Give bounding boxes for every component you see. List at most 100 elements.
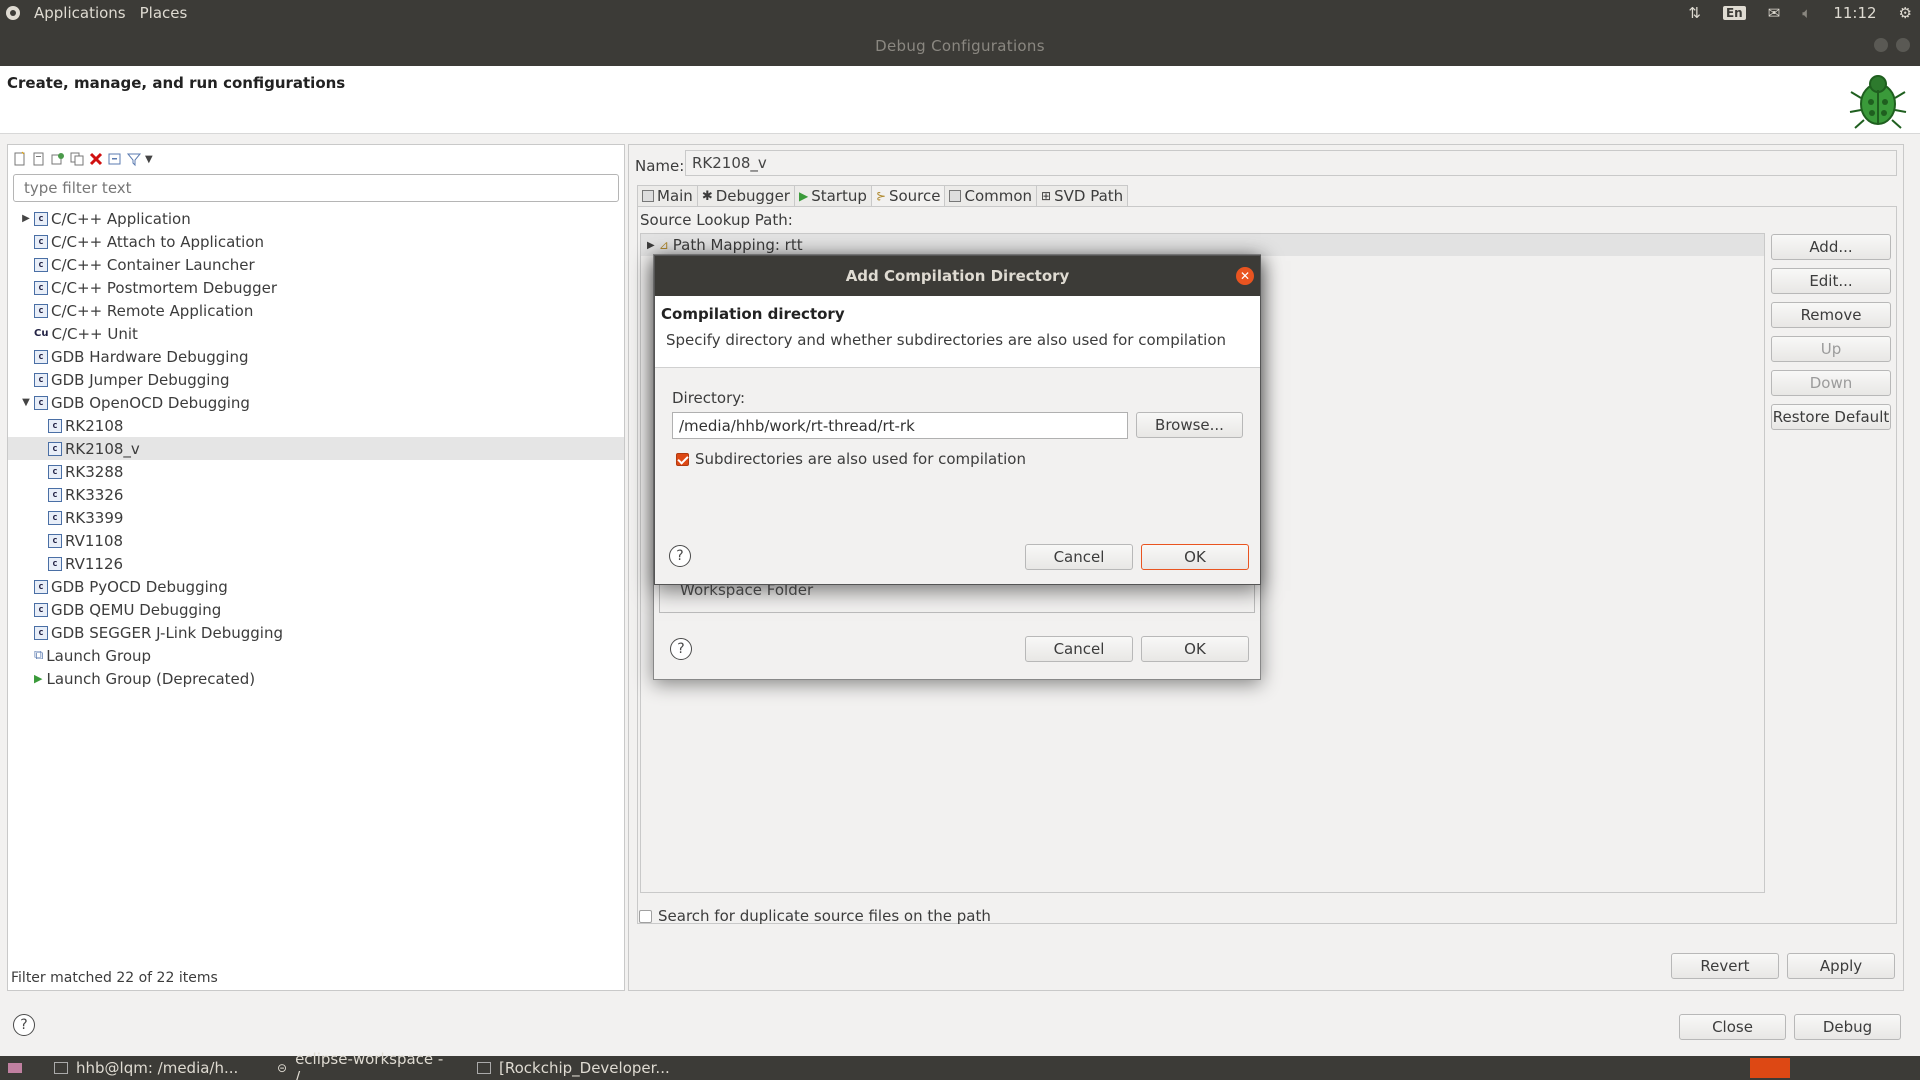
dialog-header: Compilation directory Specify directory … (655, 296, 1260, 368)
up-button[interactable]: Up (1771, 336, 1891, 362)
c-config-icon: c (34, 625, 48, 640)
chevron-down-icon[interactable]: ▼ (20, 397, 32, 409)
c-config-icon: c (34, 349, 48, 364)
new-prototype-icon[interactable] (31, 151, 47, 167)
tree-item-label: RV1108 (65, 531, 124, 550)
tab-debugger[interactable]: ✱ Debugger (696, 185, 795, 206)
tree-item[interactable]: c C/C++ Container Launcher (8, 253, 624, 276)
taskbar-item-document[interactable]: [Rockchip_Developer... (467, 1059, 687, 1077)
maximize-icon[interactable] (1874, 38, 1888, 52)
browse-button[interactable]: Browse... (1136, 412, 1243, 438)
applications-menu[interactable]: Applications (34, 4, 126, 22)
collapse-all-icon[interactable] (107, 151, 123, 167)
taskbar-label: eclipse-workspace - /... (295, 1050, 444, 1080)
tree-item[interactable]: c GDB SEGGER J-Link Debugging (8, 621, 624, 644)
common-tab-icon (949, 190, 962, 202)
taskbar: hhb@lqm: /media/h... ⊝ eclipse-workspace … (0, 1050, 1920, 1080)
play-icon: ▶ (34, 672, 43, 685)
taskbar-label: hhb@lqm: /media/h... (76, 1059, 239, 1077)
tree-item[interactable]: c RK3326 (8, 483, 624, 506)
tree-item[interactable]: Cu C/C++ Unit (8, 322, 624, 345)
workspace-switcher[interactable] (1750, 1058, 1790, 1078)
tree-item[interactable]: ⧉ Launch Group (8, 644, 624, 667)
close-icon[interactable]: ✕ (1236, 267, 1254, 285)
export-icon[interactable] (50, 151, 66, 167)
delete-icon[interactable] (88, 151, 104, 167)
tab-svd-path[interactable]: ⊞ SVD Path (1036, 185, 1129, 206)
debug-button[interactable]: Debug (1794, 1014, 1901, 1040)
subdirectories-checkbox[interactable] (676, 452, 689, 466)
subdirectories-option[interactable]: Subdirectories are also used for compila… (676, 450, 1026, 468)
c-config-icon: c (34, 395, 48, 410)
workspace-folder-item[interactable]: Workspace Folder (659, 581, 1255, 613)
tree-item[interactable]: c GDB Jumper Debugging (8, 368, 624, 391)
tree-item[interactable]: c GDB PyOCD Debugging (8, 575, 624, 598)
cancel-button[interactable]: Cancel (1025, 636, 1133, 662)
taskbar-item-eclipse[interactable]: ⊝ eclipse-workspace - /... (267, 1050, 467, 1080)
tab-main[interactable]: Main (637, 185, 698, 206)
gear-icon[interactable]: ⚙ (1899, 4, 1912, 22)
view-menu-chevron-down-icon[interactable]: ▼ (145, 154, 153, 165)
list-item[interactable]: ▶ ⊿ Path Mapping: rtt (641, 234, 1764, 256)
cancel-button[interactable]: Cancel (1025, 544, 1133, 570)
name-field[interactable] (685, 150, 1897, 176)
close-button[interactable]: Close (1679, 1014, 1786, 1040)
places-menu[interactable]: Places (140, 4, 188, 22)
help-icon[interactable]: ? (670, 638, 692, 660)
duplicate-search-option[interactable]: Search for duplicate source files on the… (639, 907, 991, 925)
tree-item[interactable]: ▶ c C/C++ Application (8, 207, 624, 230)
tab-source[interactable]: ⊱ Source (870, 185, 946, 206)
duplicate-search-checkbox[interactable] (639, 909, 652, 923)
edit-button[interactable]: Edit... (1771, 268, 1891, 294)
tree-item[interactable]: ▶ Launch Group (Deprecated) (8, 667, 624, 690)
tree-item[interactable]: c RK2108_v (8, 437, 624, 460)
tree-item[interactable]: c RV1108 (8, 529, 624, 552)
sound-muted-icon[interactable]: 🔈︎ (1802, 4, 1811, 22)
revert-button[interactable]: Revert (1671, 953, 1779, 979)
source-side-buttons: Add... Edit... Remove Up Down Restore De… (1771, 234, 1891, 430)
add-button[interactable]: Add... (1771, 234, 1891, 260)
chevron-right-icon[interactable]: ▶ (20, 213, 32, 225)
tree-item[interactable]: c RK3399 (8, 506, 624, 529)
window-title: Debug Configurations (875, 37, 1045, 55)
chevron-right-icon[interactable]: ▶ (647, 240, 655, 251)
help-icon[interactable]: ? (13, 1014, 35, 1036)
duplicate-icon[interactable] (69, 151, 85, 167)
tree-item[interactable]: c RK3288 (8, 460, 624, 483)
help-icon[interactable]: ? (669, 545, 691, 567)
taskbar-item-terminal[interactable]: hhb@lqm: /media/h... (22, 1059, 267, 1077)
filter-icon[interactable] (126, 151, 142, 167)
directory-field[interactable] (672, 412, 1128, 439)
tab-startup[interactable]: ▶ Startup (793, 185, 872, 206)
remove-button[interactable]: Remove (1771, 302, 1891, 328)
tab-common[interactable]: Common (944, 185, 1038, 206)
tree-item[interactable]: c RV1126 (8, 552, 624, 575)
apply-button[interactable]: Apply (1787, 953, 1895, 979)
window-controls (1874, 38, 1910, 52)
show-desktop-icon[interactable] (8, 1063, 22, 1073)
tree-item[interactable]: c C/C++ Postmortem Debugger (8, 276, 624, 299)
tree-item[interactable]: c GDB QEMU Debugging (8, 598, 624, 621)
keyboard-layout-indicator[interactable]: En (1722, 6, 1746, 20)
mail-icon[interactable]: ✉ (1768, 4, 1781, 22)
tree-item[interactable]: c C/C++ Remote Application (8, 299, 624, 322)
filter-input[interactable] (13, 174, 619, 202)
tree-item[interactable]: c GDB Hardware Debugging (8, 345, 624, 368)
ok-button[interactable]: OK (1141, 636, 1249, 662)
tree-item[interactable]: ▼ c GDB OpenOCD Debugging (8, 391, 624, 414)
new-config-icon[interactable] (12, 151, 28, 167)
tree-item[interactable]: c RK2108 (8, 414, 624, 437)
dialog-title: Add Compilation Directory (845, 267, 1070, 285)
tree-item[interactable]: c C/C++ Attach to Application (8, 230, 624, 253)
ok-button[interactable]: OK (1141, 544, 1249, 570)
network-icon[interactable]: ⇅ (1688, 4, 1701, 22)
down-button[interactable]: Down (1771, 370, 1891, 396)
clock[interactable]: 11:12 (1833, 4, 1876, 22)
restore-default-button[interactable]: Restore Default (1771, 404, 1891, 430)
close-window-icon[interactable] (1896, 38, 1910, 52)
tree-item-label: RV1126 (65, 554, 124, 573)
